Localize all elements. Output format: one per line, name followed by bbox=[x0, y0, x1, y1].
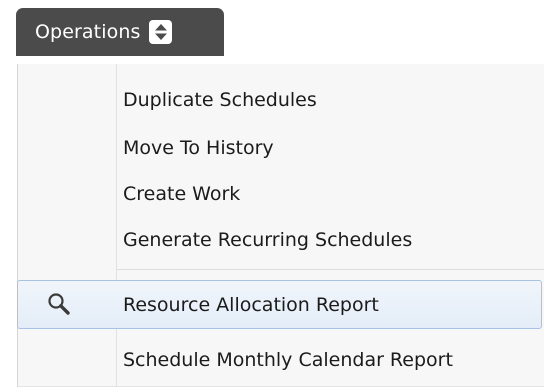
menu-separator bbox=[116, 269, 544, 270]
operations-button[interactable]: Operations bbox=[16, 8, 224, 56]
menu-item-create-work[interactable]: Create Work bbox=[18, 172, 544, 216]
menu-item-label: Move To History bbox=[123, 137, 274, 159]
menu-item-duplicate-schedules[interactable]: Duplicate Schedules bbox=[18, 78, 544, 122]
menu-item-schedule-monthly-calendar-report[interactable]: Schedule Monthly Calendar Report bbox=[18, 338, 544, 382]
updown-arrows-icon bbox=[149, 20, 173, 44]
menu-item-move-to-history[interactable]: Move To History bbox=[18, 126, 544, 170]
magnifier-icon bbox=[46, 291, 72, 317]
menu-item-label: Create Work bbox=[123, 183, 241, 205]
menu-item-generate-recurring-schedules[interactable]: Generate Recurring Schedules bbox=[18, 218, 544, 262]
menu-item-label: Generate Recurring Schedules bbox=[123, 229, 413, 251]
menu-item-label: Duplicate Schedules bbox=[123, 89, 317, 111]
operations-button-label: Operations bbox=[35, 21, 141, 43]
menu-item-resource-allocation-report[interactable]: Resource Allocation Report bbox=[17, 280, 542, 329]
menu-item-label: Schedule Monthly Calendar Report bbox=[123, 349, 453, 371]
operations-menu-screen: Operations Duplicate Schedules Move To H… bbox=[0, 0, 546, 387]
menu-item-label: Resource Allocation Report bbox=[123, 293, 379, 316]
operations-dropdown-menu: Duplicate Schedules Move To History Crea… bbox=[17, 64, 544, 387]
